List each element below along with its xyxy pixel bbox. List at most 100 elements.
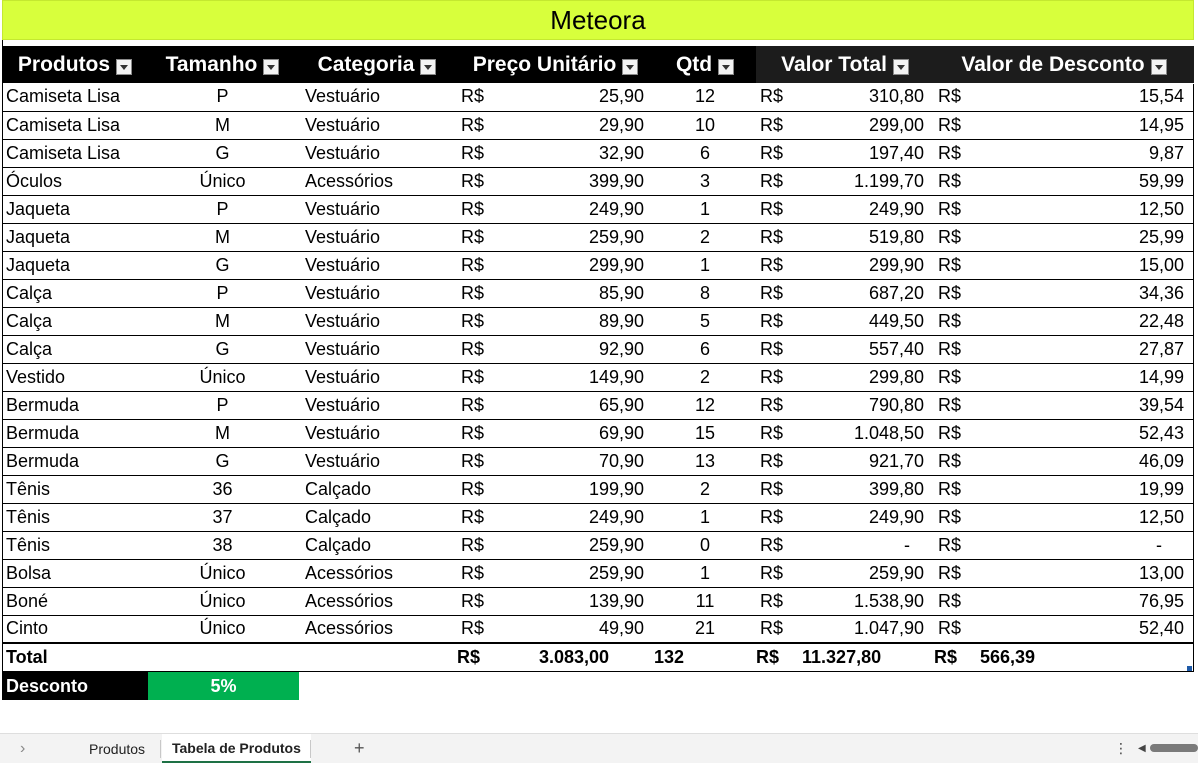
cell-currency[interactable]: R$: [756, 615, 803, 644]
cell-valor-desconto[interactable]: -: [980, 531, 1195, 560]
cell-qtd[interactable]: 2: [654, 475, 757, 504]
cell-valor-total[interactable]: 299,90: [802, 251, 935, 280]
cell-currency[interactable]: R$: [756, 139, 803, 168]
cell-qtd[interactable]: 2: [654, 363, 757, 392]
cell-currency[interactable]: R$: [457, 363, 539, 392]
cell-categoria[interactable]: Vestuário: [297, 195, 457, 224]
cell-produto[interactable]: Jaqueta: [2, 195, 148, 224]
sheet-title-cell[interactable]: Meteora: [2, 0, 1194, 40]
cell-preco[interactable]: 249,90: [539, 503, 655, 532]
chevron-right-icon[interactable]: ›: [20, 734, 25, 763]
cell-currency[interactable]: R$: [934, 111, 981, 140]
cell-preco[interactable]: 65,90: [539, 391, 655, 420]
cell-qtd[interactable]: 2: [654, 223, 757, 252]
vertical-ellipsis-icon[interactable]: ⋮: [1114, 734, 1128, 763]
cell-currency[interactable]: R$: [934, 447, 981, 476]
cell-qtd[interactable]: 8: [654, 279, 757, 308]
cell-currency[interactable]: R$: [457, 195, 539, 224]
cell-currency[interactable]: R$: [934, 139, 981, 168]
cell-categoria[interactable]: Vestuário: [297, 111, 457, 140]
cell-currency[interactable]: R$: [457, 531, 539, 560]
cell-tamanho[interactable]: 38: [148, 531, 297, 560]
cell-valor-desconto[interactable]: 76,95: [980, 587, 1195, 616]
cell-currency[interactable]: R$: [756, 223, 803, 252]
cell-tamanho[interactable]: G: [148, 139, 297, 168]
cell-categoria[interactable]: Acessórios: [297, 559, 457, 588]
cell-categoria[interactable]: Vestuário: [297, 83, 457, 112]
cell-currency[interactable]: R$: [756, 167, 803, 196]
cell-preco[interactable]: 25,90: [539, 83, 655, 112]
cell-valor-total[interactable]: 249,90: [802, 195, 935, 224]
cell-categoria[interactable]: Acessórios: [297, 615, 457, 644]
cell-tamanho[interactable]: Único: [148, 167, 297, 196]
cell-valor-desconto[interactable]: 27,87: [980, 335, 1195, 364]
cell-currency[interactable]: R$: [934, 335, 981, 364]
cell-preco[interactable]: 139,90: [539, 587, 655, 616]
cell-valor-total[interactable]: 519,80: [802, 223, 935, 252]
cell-valor-total[interactable]: -: [802, 531, 935, 560]
header-preco-unitario[interactable]: Preço Unitário: [457, 46, 655, 83]
cell-qtd[interactable]: 6: [654, 139, 757, 168]
cell-valor-total[interactable]: 687,20: [802, 279, 935, 308]
cell-produto[interactable]: Boné: [2, 587, 148, 616]
cell-valor-desconto[interactable]: 14,99: [980, 363, 1195, 392]
cell-tamanho[interactable]: M: [148, 223, 297, 252]
cell-currency[interactable]: R$: [457, 587, 539, 616]
cell-produto[interactable]: Calça: [2, 335, 148, 364]
cell-preco[interactable]: 92,90: [539, 335, 655, 364]
cell-preco[interactable]: 259,90: [539, 531, 655, 560]
cell-currency[interactable]: R$: [457, 615, 539, 644]
filter-dropdown-icon[interactable]: [622, 58, 639, 75]
cell-currency[interactable]: R$: [934, 587, 981, 616]
cell-categoria[interactable]: Vestuário: [297, 391, 457, 420]
cell-valor-desconto[interactable]: 59,99: [980, 167, 1195, 196]
cell-currency[interactable]: R$: [934, 391, 981, 420]
cell-produto[interactable]: Vestido: [2, 363, 148, 392]
cell-valor-desconto[interactable]: 39,54: [980, 391, 1195, 420]
cell-currency[interactable]: R$: [756, 335, 803, 364]
cell-produto[interactable]: Bolsa: [2, 559, 148, 588]
cell-currency[interactable]: R$: [756, 83, 803, 112]
cell-preco[interactable]: 149,90: [539, 363, 655, 392]
cell-valor-total[interactable]: 399,80: [802, 475, 935, 504]
cell-valor-total[interactable]: 790,80: [802, 391, 935, 420]
cell-tamanho[interactable]: 37: [148, 503, 297, 532]
header-valor-desconto[interactable]: Valor de Desconto: [934, 46, 1195, 83]
cell-currency[interactable]: R$: [457, 307, 539, 336]
cell-currency[interactable]: R$: [934, 195, 981, 224]
cell-currency[interactable]: R$: [756, 279, 803, 308]
cell-currency[interactable]: R$: [934, 223, 981, 252]
cell-preco[interactable]: 70,90: [539, 447, 655, 476]
cell-qtd[interactable]: 11: [654, 587, 757, 616]
cell-valor-desconto[interactable]: 15,00: [980, 251, 1195, 280]
cell-currency[interactable]: R$: [457, 559, 539, 588]
plus-icon[interactable]: +: [354, 734, 365, 763]
cell-produto[interactable]: Cinto: [2, 615, 148, 644]
cell-currency[interactable]: R$: [756, 419, 803, 448]
cell-produto[interactable]: Bermuda: [2, 391, 148, 420]
cell-preco[interactable]: 89,90: [539, 307, 655, 336]
cell-categoria[interactable]: Acessórios: [297, 587, 457, 616]
cell-categoria[interactable]: Vestuário: [297, 251, 457, 280]
cell-currency[interactable]: R$: [756, 559, 803, 588]
filter-dropdown-icon[interactable]: [1150, 58, 1167, 75]
cell-preco[interactable]: 259,90: [539, 559, 655, 588]
cell-qtd[interactable]: 6: [654, 335, 757, 364]
cell-tamanho[interactable]: Único: [148, 615, 297, 644]
cell-valor-total[interactable]: 1.538,90: [802, 587, 935, 616]
cell-valor-desconto[interactable]: 22,48: [980, 307, 1195, 336]
cell-currency[interactable]: R$: [457, 447, 539, 476]
cell-produto[interactable]: Tênis: [2, 503, 148, 532]
cell-valor-total[interactable]: 1.048,50: [802, 419, 935, 448]
cell-tamanho[interactable]: P: [148, 391, 297, 420]
cell-currency[interactable]: R$: [934, 475, 981, 504]
header-valor-total[interactable]: Valor Total: [756, 46, 935, 83]
cell-produto[interactable]: Bermuda: [2, 447, 148, 476]
filter-dropdown-icon[interactable]: [263, 58, 280, 75]
cell-qtd[interactable]: 21: [654, 615, 757, 644]
cell-currency[interactable]: R$: [934, 615, 981, 644]
cell-valor-desconto[interactable]: 34,36: [980, 279, 1195, 308]
cell-qtd[interactable]: 10: [654, 111, 757, 140]
cell-tamanho[interactable]: G: [148, 447, 297, 476]
cell-preco[interactable]: 259,90: [539, 223, 655, 252]
